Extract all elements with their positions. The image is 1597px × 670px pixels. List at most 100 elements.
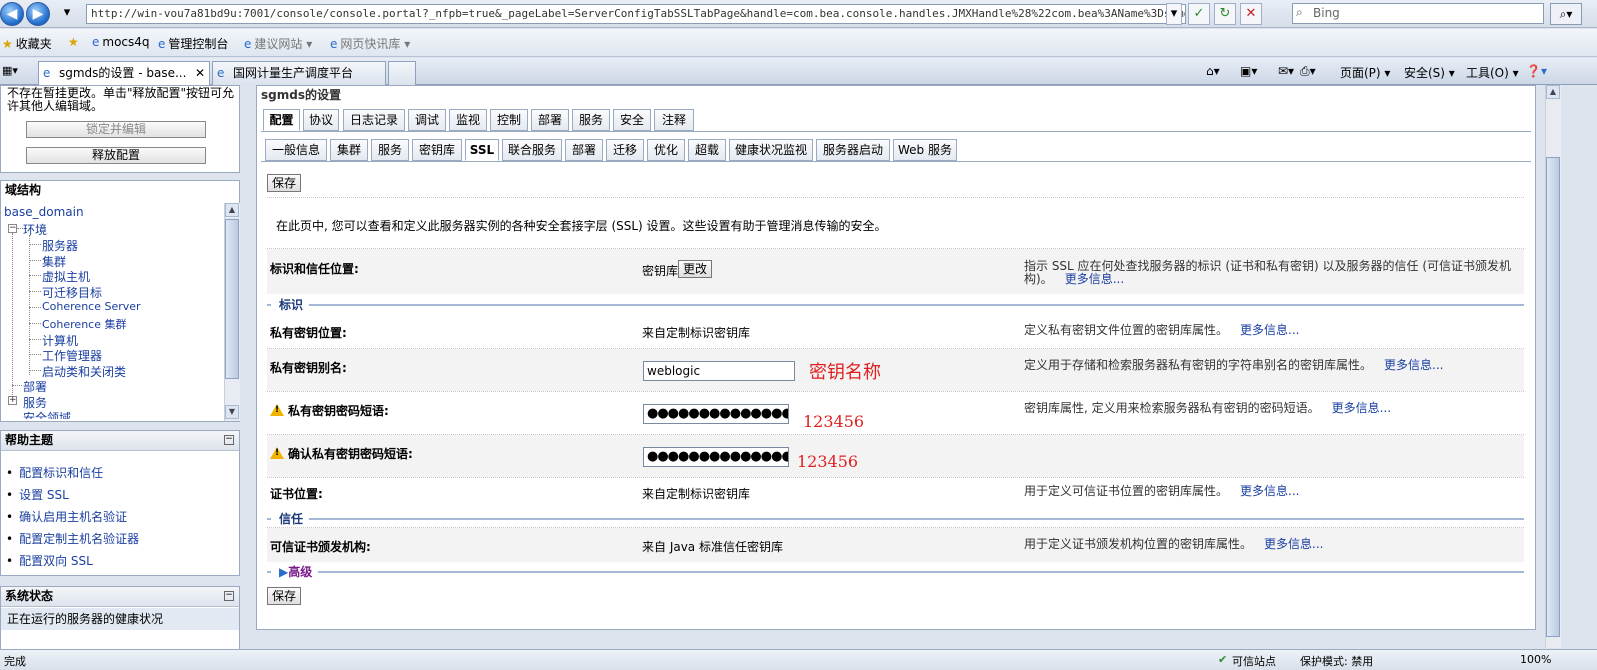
tab-configuration[interactable]: 配置: [263, 109, 300, 131]
safety-menu[interactable]: 安全(S) ▾: [1404, 64, 1455, 81]
compat-view-icon[interactable]: ✓: [1188, 3, 1210, 25]
subtab-migration[interactable]: 迁移: [606, 139, 644, 161]
minimize-icon[interactable]: −: [224, 435, 234, 445]
tab-debug[interactable]: 调试: [408, 109, 446, 131]
change-center-panel: 不存在暂挂更改。单击"释放配置"按钮可允许其他人编辑域。 锁定并编辑 释放配置: [0, 85, 240, 173]
save-button-bottom[interactable]: 保存: [267, 587, 302, 605]
search-input[interactable]: Bing: [1292, 3, 1544, 24]
private-key-alias-input[interactable]: weblogic: [643, 361, 795, 381]
zone-text: 可信站点: [1232, 655, 1276, 668]
forward-button[interactable]: ▶: [26, 2, 50, 26]
print-icon[interactable]: ⎙▾: [1300, 64, 1316, 79]
scroll-thumb[interactable]: [225, 219, 239, 379]
tree-scrollbar[interactable]: ▲ ▼: [224, 203, 240, 421]
subtab-general[interactable]: 一般信息: [265, 139, 327, 161]
browser-tab-sgmds[interactable]: e sgmds的设置 - base... ✕: [38, 61, 210, 85]
subtab-server-start[interactable]: 服务器启动: [816, 139, 890, 161]
tab-notes[interactable]: 注释: [654, 109, 694, 131]
tree-node-work-managers[interactable]: 工作管理器: [42, 347, 102, 364]
tools-menu[interactable]: 工具(O) ▾: [1466, 64, 1519, 81]
back-button[interactable]: ◀: [0, 2, 24, 26]
tab-logging[interactable]: 日志记录: [343, 109, 405, 131]
refresh-icon[interactable]: ↻: [1214, 3, 1236, 25]
save-button-top[interactable]: 保存: [267, 174, 302, 192]
lock-edit-button[interactable]: 锁定并编辑: [26, 121, 206, 138]
subtab-federation[interactable]: 联合服务: [502, 139, 562, 161]
help-link-custom-verifier[interactable]: 配置定制主机名验证器: [6, 530, 139, 547]
subtab-cluster[interactable]: 集群: [330, 139, 368, 161]
help-link-setup-ssl[interactable]: 设置 SSL: [6, 486, 69, 503]
url-input[interactable]: http://win-vou7a81bd9u:7001/console/cons…: [86, 4, 1186, 24]
help-link-identity-trust[interactable]: 配置标识和信任: [6, 464, 103, 481]
scroll-up-icon[interactable]: ▲: [1546, 85, 1560, 99]
fav-link-webslices[interactable]: e 网页快讯库 ▾: [330, 35, 410, 52]
home-icon[interactable]: ⌂▾: [1206, 64, 1220, 78]
close-tab-icon[interactable]: ✕: [195, 62, 205, 84]
ie-page-icon: e: [158, 37, 166, 51]
favorites-menu[interactable]: ★ 收藏夹: [2, 35, 52, 52]
tree-node-base-domain[interactable]: base_domain: [4, 205, 84, 219]
tree-node-environment[interactable]: 环境: [23, 221, 47, 238]
tree-node-startup-shutdown[interactable]: 启动类和关闭类: [42, 363, 126, 380]
zoom-level[interactable]: 100%: [1520, 653, 1551, 666]
more-info-link[interactable]: 更多信息...: [1240, 323, 1299, 337]
tree-node-virtual-hosts[interactable]: 虚拟主机: [42, 268, 90, 285]
tree-node-coherence-cluster[interactable]: Coherence 集群: [42, 316, 126, 332]
subtab-deployment[interactable]: 部署: [565, 139, 603, 161]
search-go-button[interactable]: ⌕▾: [1550, 3, 1582, 25]
tab-security[interactable]: 安全: [613, 109, 651, 131]
fav-link-suggested[interactable]: e 建议网站 ▾: [244, 35, 312, 52]
help-link-two-way-ssl[interactable]: 配置双向 SSL: [6, 552, 93, 569]
scroll-thumb[interactable]: [1546, 157, 1560, 637]
subtab-ssl[interactable]: SSL: [465, 139, 499, 161]
page-scrollbar[interactable]: ▲: [1545, 85, 1561, 648]
more-info-link[interactable]: 更多信息...: [1065, 272, 1124, 286]
private-key-location-value: 来自定制标识密钥库: [642, 326, 751, 340]
tab-deployments[interactable]: 部署: [531, 109, 569, 131]
tree-node-coherence-server[interactable]: Coherence Server: [42, 300, 141, 313]
status-text: 完成: [4, 655, 26, 668]
help-link-hostname-verify[interactable]: 确认启用主机名验证: [6, 508, 127, 525]
tree-node-security-realms[interactable]: 安全领域: [23, 409, 71, 419]
section-advanced[interactable]: ▶高级: [267, 563, 1524, 580]
tree-node-deployments[interactable]: 部署: [23, 378, 47, 395]
private-key-passphrase-input[interactable]: ●●●●●●●●●●●●●●●●●●●: [643, 404, 789, 424]
tab-control[interactable]: 控制: [490, 109, 528, 131]
subtab-overload[interactable]: 超载: [688, 139, 726, 161]
minimize-icon[interactable]: −: [224, 591, 234, 601]
add-favorite-icon[interactable]: ★: [68, 35, 82, 49]
expand-icon[interactable]: +: [8, 396, 17, 405]
more-info-link[interactable]: 更多信息...: [1332, 401, 1391, 415]
url-dropdown-icon[interactable]: ▾: [1166, 3, 1182, 25]
stop-icon[interactable]: ✕: [1240, 3, 1262, 25]
confirm-passphrase-input[interactable]: ●●●●●●●●●●●●●●●●●●●: [643, 447, 789, 467]
tree-node-migratable-targets[interactable]: 可迁移目标: [42, 284, 102, 301]
fav-link-mocs4q[interactable]: e mocs4q: [92, 35, 150, 49]
more-info-link[interactable]: 更多信息...: [1384, 358, 1443, 372]
subtab-tuning[interactable]: 优化: [647, 139, 685, 161]
new-tab-button[interactable]: [388, 61, 416, 85]
tab-monitoring[interactable]: 监视: [449, 109, 487, 131]
scroll-down-icon[interactable]: ▼: [225, 405, 239, 419]
tab-protocols[interactable]: 协议: [303, 109, 339, 131]
scroll-up-icon[interactable]: ▲: [225, 203, 239, 217]
more-info-link[interactable]: 更多信息...: [1240, 484, 1299, 498]
more-info-link[interactable]: 更多信息...: [1264, 537, 1323, 551]
subtab-keystores[interactable]: 密钥库: [412, 139, 462, 161]
tab-services[interactable]: 服务: [572, 109, 610, 131]
subtab-web-services[interactable]: Web 服务: [893, 139, 957, 161]
change-button[interactable]: 更改: [678, 260, 713, 278]
quick-tabs-icon[interactable]: ▦▾: [2, 64, 18, 77]
release-config-button[interactable]: 释放配置: [26, 147, 206, 164]
history-dropdown-icon[interactable]: ▾: [58, 3, 76, 25]
collapse-icon[interactable]: −: [8, 224, 17, 233]
help-icon[interactable]: ❓▾: [1526, 64, 1547, 78]
tree-node-servers[interactable]: 服务器: [42, 237, 78, 254]
feeds-icon[interactable]: ▣▾: [1240, 64, 1257, 78]
page-menu[interactable]: 页面(P) ▾: [1340, 64, 1390, 81]
mail-icon[interactable]: ✉▾: [1278, 64, 1294, 78]
browser-tab-grid[interactable]: e 国网计量生产调度平台: [212, 61, 386, 85]
fav-link-console[interactable]: e 管理控制台: [158, 35, 228, 52]
subtab-services[interactable]: 服务: [371, 139, 409, 161]
subtab-health-monitoring[interactable]: 健康状况监视: [729, 139, 813, 161]
